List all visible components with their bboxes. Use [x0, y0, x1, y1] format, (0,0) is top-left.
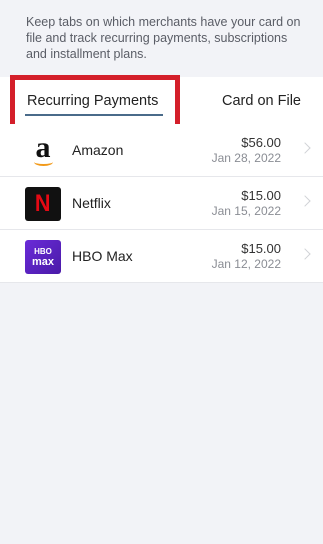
amazon-smile-icon — [34, 158, 53, 166]
chevron-right-icon — [299, 248, 311, 260]
merchant-name: Amazon — [72, 142, 124, 158]
merchant-row-hbo-max[interactable]: HBO max HBO Max $15.00 Jan 12, 2022 — [0, 230, 323, 283]
payment-amount: $56.00 — [241, 135, 281, 150]
highlight-annotation — [10, 75, 180, 130]
intro-section: Keep tabs on which merchants have your c… — [0, 0, 323, 77]
max-logo-text: max — [31, 256, 55, 268]
recurring-payments-screen: Keep tabs on which merchants have your c… — [0, 0, 323, 544]
tab-card-on-file[interactable]: Card on File — [222, 77, 301, 124]
merchant-list: a Amazon $56.00 Jan 28, 2022 N Netflix $… — [0, 124, 323, 283]
merchant-row-amazon[interactable]: a Amazon $56.00 Jan 28, 2022 — [0, 124, 323, 177]
netflix-logo-icon: N — [25, 187, 61, 221]
chevron-right-icon — [299, 195, 311, 207]
merchant-name: HBO Max — [72, 248, 133, 264]
hbo-max-logo-icon: HBO max — [25, 240, 61, 274]
merchant-name: Netflix — [72, 195, 111, 211]
payment-amount: $15.00 — [241, 188, 281, 203]
merchant-row-netflix[interactable]: N Netflix $15.00 Jan 15, 2022 — [0, 177, 323, 230]
intro-text: Keep tabs on which merchants have your c… — [26, 15, 301, 61]
payment-date: Jan 12, 2022 — [211, 257, 281, 271]
payment-amount: $15.00 — [241, 241, 281, 256]
chevron-right-icon — [299, 142, 311, 154]
payment-date: Jan 15, 2022 — [211, 204, 281, 218]
payment-date: Jan 28, 2022 — [211, 151, 281, 165]
amazon-logo-icon: a — [25, 133, 61, 168]
